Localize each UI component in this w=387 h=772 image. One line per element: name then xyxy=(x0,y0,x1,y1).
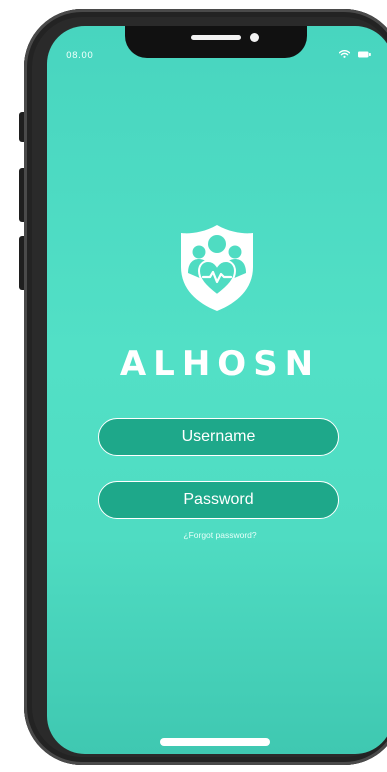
status-time: 08.00 xyxy=(66,51,94,61)
notch xyxy=(125,26,307,58)
family-heart-shield-icon xyxy=(179,223,255,313)
forgot-password-link[interactable]: ¿Forgot password? xyxy=(47,530,387,540)
phone-frame: 08.00 ALHOSN Username Password ¿Forgot p… xyxy=(24,9,387,765)
phone-screen: 08.00 ALHOSN Username Password ¿Forgot p… xyxy=(47,26,387,754)
battery-icon xyxy=(358,51,371,58)
status-icons xyxy=(339,50,371,58)
brand-name: ALHOSN xyxy=(119,344,321,384)
home-indicator[interactable] xyxy=(160,738,270,746)
wifi-icon xyxy=(339,50,350,58)
password-field[interactable]: Password xyxy=(98,481,339,519)
username-field[interactable]: Username xyxy=(98,418,339,456)
front-camera xyxy=(250,33,259,42)
phone-mockup: 08.00 ALHOSN Username Password ¿Forgot p… xyxy=(0,0,387,772)
speaker-grille xyxy=(191,35,241,40)
